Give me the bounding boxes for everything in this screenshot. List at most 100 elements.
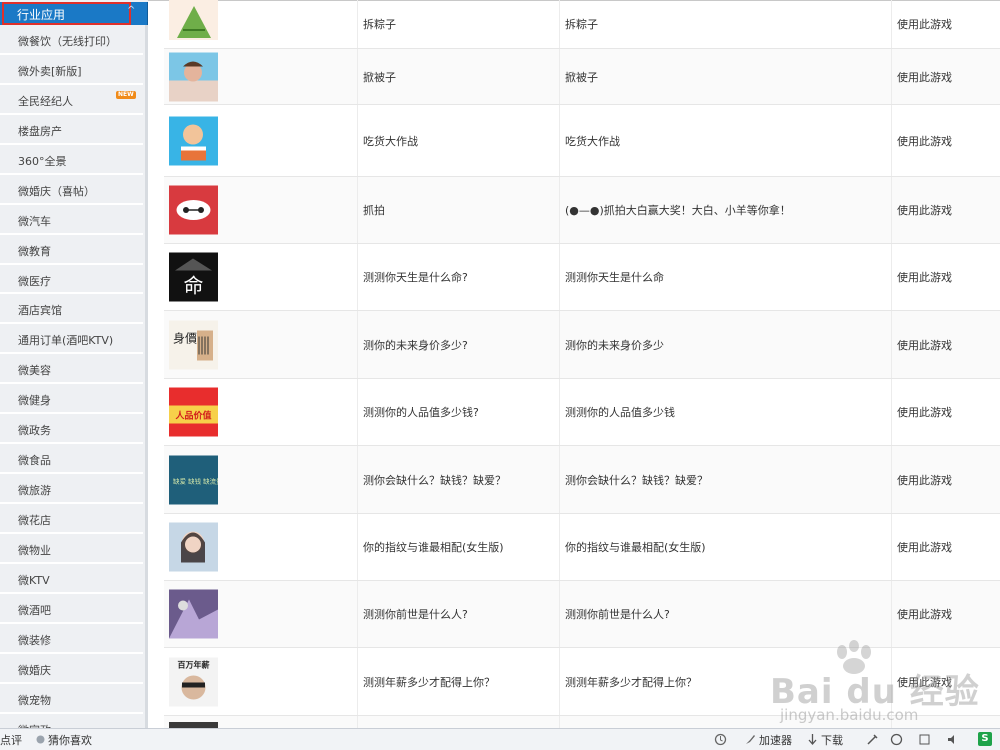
table-row: 吃货大作战 吃货大作战 使用此游戏 (164, 105, 1000, 177)
svg-text:缺爱 缺钱 缺流量!: 缺爱 缺钱 缺流量! (173, 476, 218, 485)
app-s-icon[interactable]: S (978, 732, 992, 746)
use-game-link[interactable]: 使用此游戏 (897, 133, 952, 149)
sidebar-item-label: 微餐饮（无线打印） (18, 35, 117, 48)
sidebar-item[interactable]: 通用订单(酒吧KTV) (0, 324, 143, 355)
game-name: 你的指纹与谁最相配(女生版) (363, 541, 504, 554)
game-description: 你的指纹与谁最相配(女生版) (565, 541, 706, 554)
sidebar-item[interactable]: 微食品 (0, 444, 143, 475)
table-row: 抓拍 (●—●)抓拍大白赢大奖！大白、小羊等你拿！ 使用此游戏 (164, 177, 1000, 244)
sidebar-item[interactable]: 微婚庆 (0, 654, 143, 684)
table-row (164, 716, 1000, 728)
fate-thumbnail: 命 (169, 252, 218, 302)
sidebar-item-label: 微教育 (18, 244, 51, 258)
game-description-cell (560, 716, 892, 728)
sidebar-item[interactable]: 微餐饮（无线打印） (0, 25, 143, 55)
game-description-cell: 测测你的人品值多少钱 (560, 379, 892, 445)
use-game-link-cell: 使用此游戏 (892, 105, 1000, 176)
sidebar-item[interactable]: 微外卖[新版] (0, 55, 143, 85)
game-name-cell: 测测你前世是什么人? (358, 581, 560, 647)
sidebar-item[interactable]: 微宠物 (0, 684, 143, 714)
use-game-link[interactable]: 使用此游戏 (897, 337, 952, 353)
sidebar-item[interactable]: 微酒吧 (0, 594, 143, 624)
game-description-cell: 你的指纹与谁最相配(女生版) (560, 514, 892, 580)
sidebar-item[interactable]: 微旅游 (0, 474, 143, 504)
thumbnail-cell (164, 177, 358, 243)
thumbnail-cell: 人品价值 (164, 379, 358, 445)
use-game-link[interactable]: 使用此游戏 (897, 606, 952, 622)
sidebar-item-label: 微宠物 (18, 693, 51, 707)
window-icon[interactable] (918, 733, 931, 746)
use-game-link[interactable]: 使用此游戏 (897, 539, 952, 555)
game-description-cell: 掀被子 (560, 49, 892, 104)
game-name-cell: 掀被子 (358, 49, 560, 104)
svg-text:人品价值: 人品价值 (174, 410, 211, 422)
game-name-cell: 测测你的人品值多少钱? (358, 379, 560, 445)
sidebar-item[interactable]: 全民经纪人 NEW (0, 85, 143, 115)
sidebar-item[interactable]: 360°全景 (0, 145, 143, 175)
sidebar-item[interactable]: 酒店宾馆 (0, 294, 143, 325)
game-name-cell: 测测年薪多少才配得上你？ (358, 648, 560, 715)
thumbnail-cell: 百万年薪 (164, 648, 358, 715)
game-description: 测测你前世是什么人? (565, 608, 670, 621)
use-game-link[interactable]: 使用此游戏 (897, 202, 952, 218)
game-name: 测测你天生是什么命? (363, 271, 468, 284)
sidebar-item[interactable]: 微美容 (0, 354, 143, 385)
thumbnail-cell (164, 514, 358, 580)
use-game-link-cell: 使用此游戏 (892, 311, 1000, 378)
sidebar-item[interactable]: 微健身 (0, 384, 143, 415)
game-description-cell: (●—●)抓拍大白赢大奖！大白、小羊等你拿！ (560, 177, 892, 243)
use-game-link[interactable]: 使用此游戏 (897, 16, 952, 32)
game-name: 测测你的人品值多少钱? (363, 406, 479, 419)
sidebar-item[interactable]: 微婚庆（喜帖） (0, 175, 143, 205)
tools-icon[interactable] (866, 733, 879, 746)
sidebar-item-label: 微汽车 (18, 214, 51, 228)
games-table: 拆粽子 拆粽子 使用此游戏 掀被子 掀被子 使用此游戏 吃货大作战 吃货大作战 使用此游戏 抓拍(… (148, 0, 1000, 728)
thumbnail-cell (164, 105, 358, 176)
use-game-link[interactable]: 使用此游戏 (897, 269, 952, 285)
game-description-cell: 测你会缺什么？缺钱？缺爱？ (560, 446, 892, 513)
sidebar-item-label: 微旅游 (18, 484, 51, 498)
sidebar-item[interactable]: 微物业 (0, 534, 143, 564)
game-description: 测测年薪多少才配得上你？ (565, 675, 697, 689)
browser-icon[interactable] (890, 733, 903, 746)
table-row: 你的指纹与谁最相配(女生版) 你的指纹与谁最相配(女生版) 使用此游戏 (164, 514, 1000, 581)
use-game-link[interactable]: 使用此游戏 (897, 472, 952, 488)
sidebar-item[interactable]: 微教育 (0, 235, 143, 265)
use-game-link-cell: 使用此游戏 (892, 49, 1000, 104)
sidebar-header-industry-apps[interactable]: 行业应用 ^ (0, 2, 148, 25)
pastlife-thumbnail (169, 589, 218, 639)
download-button[interactable]: 下载 (821, 732, 843, 748)
sidebar: 行业应用 ^ 微餐饮（无线打印） 微外卖[新版] 全民经纪人 NEW 楼盘房产 360°全… (0, 0, 148, 728)
sidebar-item[interactable]: 微装修 (0, 624, 143, 654)
sidebar-header-title: 行业应用 (17, 8, 66, 22)
use-game-link[interactable]: 使用此游戏 (897, 69, 952, 85)
use-game-link-cell: 使用此游戏 (892, 581, 1000, 647)
sidebar-item[interactable]: 微政务 (0, 414, 143, 445)
sidebar-item[interactable]: 微花店 (0, 504, 143, 534)
accelerator-button[interactable]: 加速器 (759, 732, 792, 748)
sidebar-item-label: 微KTV (18, 573, 50, 587)
refresh-icon[interactable] (714, 733, 727, 746)
sidebar-item[interactable]: 微医疗 (0, 265, 143, 295)
sidebar-item[interactable]: 微家政 (0, 714, 143, 728)
game-name: 测测你前世是什么人? (363, 608, 468, 621)
use-game-link[interactable]: 使用此游戏 (897, 404, 952, 420)
guess-you-like-link[interactable]: 猜你喜欢 (48, 732, 92, 748)
sidebar-item[interactable]: 微汽车 (0, 205, 143, 235)
thumbnail-cell (164, 0, 358, 48)
fingerprint-thumbnail (169, 522, 218, 572)
speaker-icon[interactable] (946, 733, 959, 746)
sidebar-item[interactable]: 微KTV (0, 564, 143, 594)
game-name: 测你会缺什么？缺钱？缺爱？ (363, 473, 506, 487)
game-description-cell: 拆粽子 (560, 0, 892, 48)
new-badge: NEW (116, 90, 136, 99)
sidebar-item-label: 微外卖[新版] (18, 64, 82, 78)
sidebar-item[interactable]: 楼盘房产 (0, 115, 143, 145)
sidebar-item-label: 微酒吧 (18, 603, 51, 617)
game-description: 测你会缺什么？缺钱？缺爱？ (565, 473, 708, 487)
review-link[interactable]: 点评 (0, 732, 22, 748)
sidebar-item-label: 微食品 (18, 454, 51, 468)
game-name-cell: 吃货大作战 (358, 105, 560, 176)
game-description-cell: 测测你前世是什么人? (560, 581, 892, 647)
use-game-link[interactable]: 使用此游戏 (897, 674, 952, 690)
